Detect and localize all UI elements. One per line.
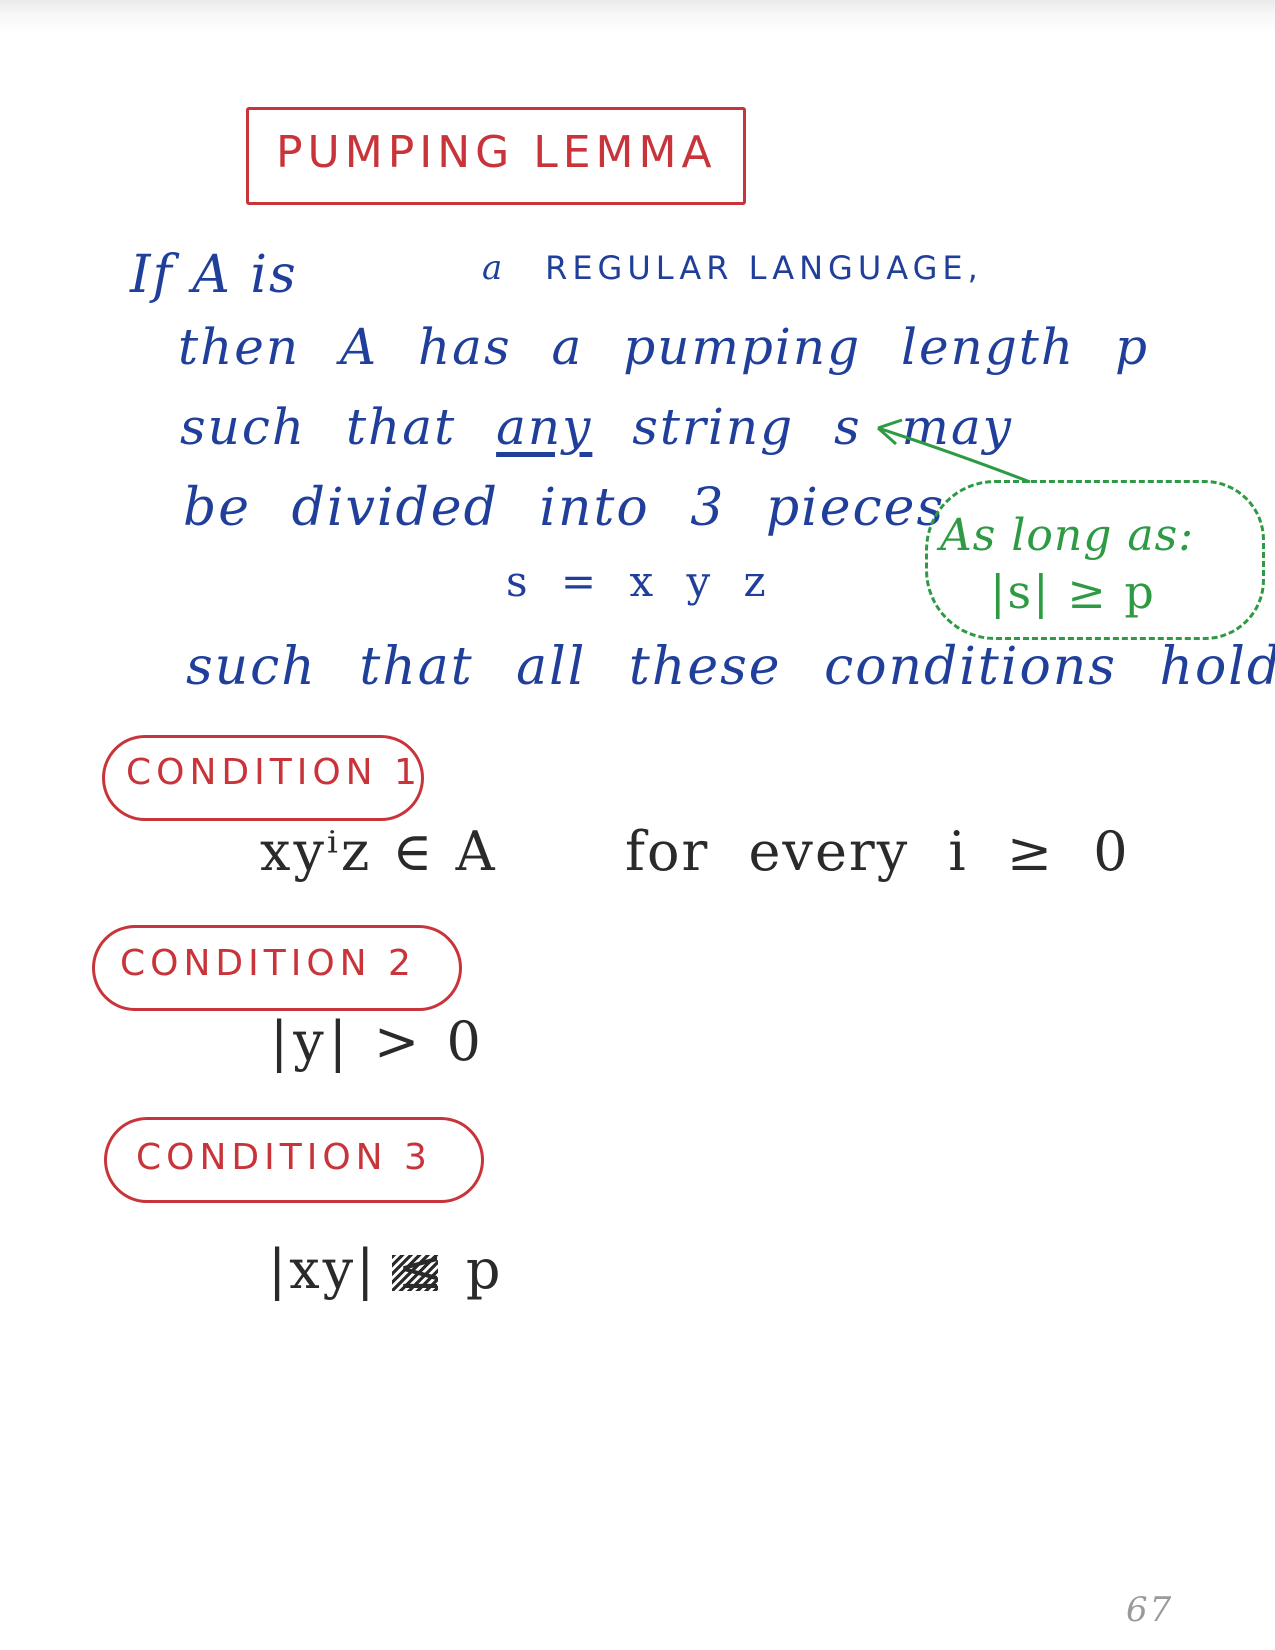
page-number: 67 <box>1126 1590 1174 1630</box>
condition-3-formula: |xy| ≤ p <box>268 1238 504 1301</box>
condition-3-label: CONDITION 3 <box>136 1137 432 1178</box>
condition-2-formula: |y| > 0 <box>270 1010 486 1073</box>
condition-1-formula: xyⁱz ∈ A <box>260 820 498 883</box>
condition-2-label: CONDITION 2 <box>120 943 416 984</box>
notebook-page: PUMPING LEMMA If A is a REGULAR LANGUAGE… <box>0 0 1275 1650</box>
condition-1-quantifier: for every i ≥ 0 <box>625 820 1130 883</box>
crossed-out-scribble <box>392 1255 438 1291</box>
condition-1-label: CONDITION 1 <box>126 752 422 793</box>
